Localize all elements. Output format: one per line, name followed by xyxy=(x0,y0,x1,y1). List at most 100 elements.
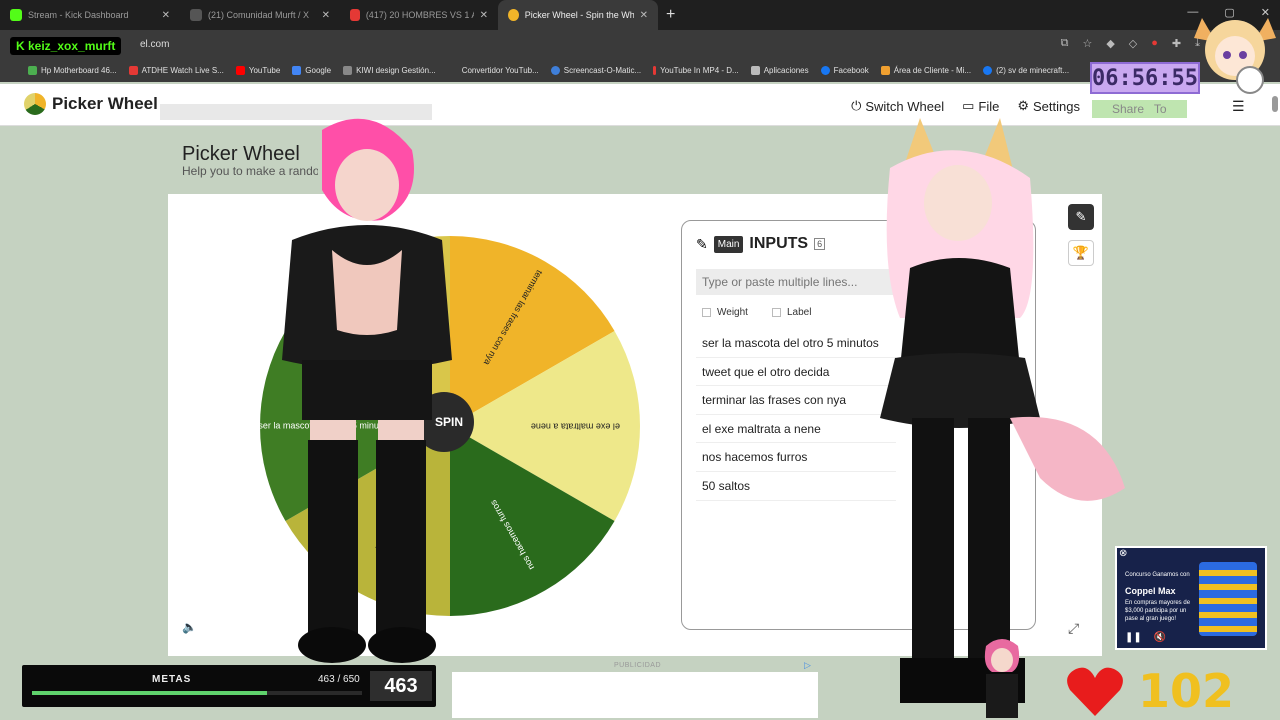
bookmark-icon xyxy=(653,65,657,75)
address-text[interactable]: el.com xyxy=(140,39,169,50)
close-icon[interactable]: ⊗ xyxy=(1119,548,1127,559)
share-label: Share xyxy=(1112,102,1145,116)
promo-text-2: En compras mayores de $3,000 participa p… xyxy=(1125,600,1191,622)
address-bar[interactable]: el.com ⧉ ☆ ◆ ◇ ● ✚ ⤓ xyxy=(0,30,1280,58)
promo-brand: Coppel Max xyxy=(1125,586,1176,596)
bookmark-item[interactable]: YouTube In MP4 - D... xyxy=(653,65,739,75)
tools-label: To xyxy=(1153,102,1167,116)
goals-progress-fill xyxy=(32,691,268,695)
ad-banner[interactable] xyxy=(452,672,818,718)
youtube-favicon-icon xyxy=(350,9,360,21)
bookmark-label: Aplicaciones xyxy=(763,65,809,75)
tab-comunidad-x[interactable]: (21) Comunidad Murft / X ✕ xyxy=(180,0,340,30)
close-icon[interactable]: ✕ xyxy=(480,10,488,21)
bookmark-icon xyxy=(292,65,302,75)
mini-avatar xyxy=(984,639,1020,718)
bookmark-item[interactable]: Aplicaciones xyxy=(750,65,809,75)
weight-option[interactable]: Weight xyxy=(702,307,748,318)
promo-jenga-image xyxy=(1199,562,1257,636)
bookmark-item[interactable]: Área de Cliente - Mi... xyxy=(880,65,971,75)
hearts-count: 102 xyxy=(1138,664,1235,718)
bookmark-item[interactable]: Convertidor YouTub... xyxy=(462,66,539,75)
mute-icon[interactable]: 🔇 xyxy=(1154,632,1166,643)
switch-icon: ⏻ xyxy=(851,98,862,113)
stream-timer: 06:56:55 xyxy=(1090,62,1200,94)
tab-label: Stream - Kick Dashboard xyxy=(28,10,129,20)
facebook-icon xyxy=(820,65,830,75)
bookmark-item[interactable]: (2) sv de minecraft... xyxy=(983,65,1069,75)
inputs-title: INPUTS xyxy=(749,235,809,252)
tab-label: Picker Wheel - Spin the Wheel xyxy=(524,10,634,20)
tab-picker-wheel[interactable]: Picker Wheel - Spin the Wheel ✕ xyxy=(498,0,658,30)
picker-wheel-favicon-icon xyxy=(508,9,519,21)
bookmark-label: YouTube xyxy=(248,65,281,75)
inputs-header: ✎ Main INPUTS 6 xyxy=(696,235,826,253)
bookmark-label: Google xyxy=(305,65,332,75)
kick-logo-icon: K xyxy=(16,39,28,53)
bookmark-icon xyxy=(550,65,560,75)
close-icon[interactable]: ✕ xyxy=(162,10,170,21)
bookmark-item[interactable]: YouTube xyxy=(235,65,281,75)
star-icon[interactable]: ☆ xyxy=(1082,37,1092,50)
pink-hair-avatar xyxy=(282,118,452,663)
goals-widget: METAS 463 / 650 463 xyxy=(22,665,436,707)
site-logo[interactable]: Picker Wheel xyxy=(24,93,158,115)
bookmark-icon xyxy=(128,65,138,75)
file-label: File xyxy=(978,98,1000,114)
goals-label: METAS xyxy=(152,674,192,685)
puzzle-icon[interactable]: ✚ xyxy=(1172,37,1181,50)
new-tab-button[interactable]: + xyxy=(666,6,675,24)
bookmark-icon xyxy=(28,65,37,75)
main-tab[interactable]: Main xyxy=(713,235,744,253)
bookmark-label: Screencast-O-Matic... xyxy=(563,65,642,75)
bookmark-label: ATDHE Watch Live S... xyxy=(141,65,224,75)
logo-text: Picker Wheel xyxy=(52,94,158,113)
tab-youtube[interactable]: (417) 20 HOMBRES VS 1 ARTIS ✕ xyxy=(340,0,498,30)
label-checkbox[interactable] xyxy=(771,308,781,317)
bookmark-item[interactable]: Facebook xyxy=(820,65,869,75)
label-option[interactable]: Label xyxy=(771,307,811,318)
extension-icon[interactable]: ● xyxy=(1151,37,1158,50)
extension-icon[interactable]: ◇ xyxy=(1129,37,1137,50)
pause-icon[interactable]: ❚❚ xyxy=(1125,632,1142,643)
extension-icon[interactable]: ◆ xyxy=(1106,37,1114,50)
switch-wheel-button[interactable]: ⏻ Switch Wheel xyxy=(851,98,944,114)
menu-icon[interactable]: ☰ xyxy=(1232,98,1245,115)
settings-button[interactable]: ⚙ Settings xyxy=(1017,98,1080,114)
share-button[interactable]: Share To xyxy=(1092,100,1187,118)
bookmark-item[interactable]: Hp Motherboard 46... xyxy=(28,65,117,75)
heart-icon xyxy=(1067,667,1123,716)
ad-info-icon[interactable]: ▷ xyxy=(804,660,811,671)
file-button[interactable]: ▭ File xyxy=(962,98,999,114)
wheel-logo-icon xyxy=(24,93,46,115)
goals-current-value: 463 xyxy=(370,671,432,701)
x-favicon-icon xyxy=(190,9,202,21)
bookmark-item[interactable]: ATDHE Watch Live S... xyxy=(128,65,224,75)
ad-label: PUBLICIDAD xyxy=(614,662,662,669)
bookmark-icon xyxy=(880,65,890,75)
settings-label: Settings xyxy=(1033,98,1080,114)
kick-favicon-icon xyxy=(10,9,22,21)
apps-icon xyxy=(750,65,760,75)
site-nav: ⏻ Switch Wheel ▭ File ⚙ Settings xyxy=(851,98,1080,114)
wheel-segment-label: el exe maltrata a nene xyxy=(531,422,620,432)
scrollbar[interactable] xyxy=(1272,96,1278,112)
blonde-fox-avatar xyxy=(880,118,1125,703)
tab-kick-dashboard[interactable]: Stream - Kick Dashboard ✕ xyxy=(0,0,180,30)
bookmark-label: Convertidor YouTub... xyxy=(461,65,539,75)
address-icons: ⧉ ☆ ◆ ◇ ● ✚ ⤓ xyxy=(1061,37,1200,50)
bookmark-item[interactable]: Google xyxy=(292,65,332,75)
promo-controls: ❚❚ 🔇 xyxy=(1125,632,1166,643)
weight-checkbox[interactable] xyxy=(702,308,711,317)
translate-icon[interactable]: ⧉ xyxy=(1061,37,1069,50)
gear-icon: ⚙ xyxy=(1017,98,1030,113)
bookmark-label: YouTube In MP4 - D... xyxy=(660,65,739,75)
sound-icon[interactable]: 🔈 xyxy=(182,620,204,638)
promo-video[interactable]: ⊗ Concurso Ganamos con Coppel Max En com… xyxy=(1115,546,1267,650)
bookmark-label: KIWI design Gestión... xyxy=(356,65,436,75)
close-icon[interactable]: ✕ xyxy=(640,10,648,21)
bookmark-item[interactable]: KIWI design Gestión... xyxy=(343,65,436,75)
chibi-cat-avatar xyxy=(1194,18,1276,94)
bookmark-item[interactable]: Screencast-O-Matic... xyxy=(550,65,642,75)
close-icon[interactable]: ✕ xyxy=(322,10,330,21)
